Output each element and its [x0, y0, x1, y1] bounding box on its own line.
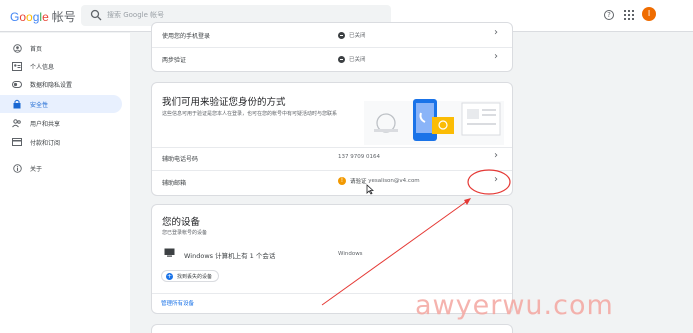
off-status-icon: [338, 55, 345, 63]
verify-methods-card: 我们可用来验证您身份的方式 这些信息可用于验证是您本人在登录，也可在您的帐号中有…: [151, 82, 513, 196]
mouse-cursor-icon: [366, 184, 374, 195]
info-icon: [12, 163, 22, 173]
sidebar-item-personal-info[interactable]: 个人信息: [0, 57, 122, 75]
status-value: 已关闭: [338, 55, 366, 63]
account-circle-icon: [12, 43, 22, 53]
computer-icon: [164, 248, 175, 257]
sidebar-item-label: 首页: [30, 45, 43, 53]
people-icon: [12, 118, 22, 128]
status-text: 已关闭: [349, 57, 366, 63]
signin-methods-card: 使用您的手机登录 已关闭 › 两步验证 已关闭 ›: [151, 22, 513, 72]
plus-icon: +: [166, 272, 173, 280]
logo-suffix: 帐号: [51, 10, 76, 24]
row-label: 使用您的手机登录: [162, 33, 211, 40]
toggle-icon: [12, 79, 22, 89]
chevron-right-icon: ›: [494, 150, 498, 161]
card-title: 我们可用来验证您身份的方式: [162, 97, 286, 108]
row-label: 两步验证: [162, 57, 187, 64]
id-card-icon: [12, 61, 22, 71]
divider: [152, 47, 512, 48]
sidebar-item-security[interactable]: 安全性: [0, 95, 122, 113]
recovery-email-value: yesalison@v4.com: [368, 178, 420, 184]
find-lost-device-button[interactable]: + 找到丢失的设备: [161, 270, 220, 282]
card-description: 这些信息可用于验证是您本人在登录，也可在您的帐号中有可疑活动时与您联系: [162, 111, 338, 117]
next-card: [151, 324, 513, 333]
status-text: 已关闭: [349, 33, 366, 39]
button-label: 找到丢失的设备: [177, 273, 213, 280]
row-label: 辅助邮箱: [162, 180, 187, 187]
divider: [152, 147, 512, 148]
sidebar-item-label: 个人信息: [30, 63, 55, 71]
apps-grid-icon[interactable]: [624, 10, 634, 20]
row-label: 辅助电话号码: [162, 156, 199, 163]
device-os: Windows: [338, 251, 363, 257]
verify-illustration: [364, 99, 504, 145]
search-icon: [90, 9, 102, 21]
divider: [152, 170, 512, 171]
sidebar-item-people-sharing[interactable]: 用户和共享: [0, 114, 122, 132]
help-icon[interactable]: ?: [604, 10, 614, 20]
device-label: Windows 计算机上有 1 个会话: [184, 252, 276, 260]
chevron-right-icon: ›: [494, 27, 498, 38]
sidebar-item-label: 用户和共享: [30, 120, 61, 128]
verify-prompt: 请验证: [350, 179, 367, 185]
search-placeholder: 搜索 Google 帐号: [107, 11, 165, 19]
sidebar-item-label: 关于: [30, 165, 43, 173]
lock-icon: [12, 99, 22, 109]
sidebar-item-home[interactable]: 首页: [0, 39, 122, 57]
logo-letter: o: [26, 10, 33, 24]
sidebar-item-label: 安全性: [30, 101, 49, 109]
credit-card-icon: [12, 137, 22, 147]
logo-letter: e: [42, 10, 49, 24]
status-value: 已关闭: [338, 31, 366, 39]
logo-letter: G: [10, 10, 20, 24]
chevron-right-icon: ›: [494, 51, 498, 62]
sidebar-item-data-privacy[interactable]: 数据和隐私设置: [0, 75, 122, 93]
card-description: 您已登录帐号的设备: [162, 230, 208, 236]
off-status-icon: [338, 31, 345, 39]
status-value: ! 请验证 yesalison@v4.com: [338, 177, 420, 185]
chevron-right-icon: ›: [494, 174, 498, 185]
sidebar: 首页 个人信息 数据和隐私设置 安全性 用户和共享 付款和订阅 关于: [0, 33, 130, 333]
sidebar-item-label: 数据和隐私设置: [30, 81, 73, 89]
recovery-phone-value: 137 9709 0164: [338, 154, 380, 160]
sidebar-item-payments[interactable]: 付款和订阅: [0, 133, 122, 151]
watermark-text: awyerwu.com: [415, 290, 614, 321]
sidebar-item-label: 付款和订阅: [30, 139, 61, 147]
avatar[interactable]: I: [642, 7, 656, 21]
warning-icon: !: [338, 177, 346, 185]
manage-devices-link[interactable]: 管理所有设备: [161, 299, 194, 307]
google-account-logo[interactable]: Google 帐号: [10, 8, 76, 25]
sidebar-item-about[interactable]: 关于: [0, 159, 122, 177]
card-title: 您的设备: [162, 217, 201, 228]
